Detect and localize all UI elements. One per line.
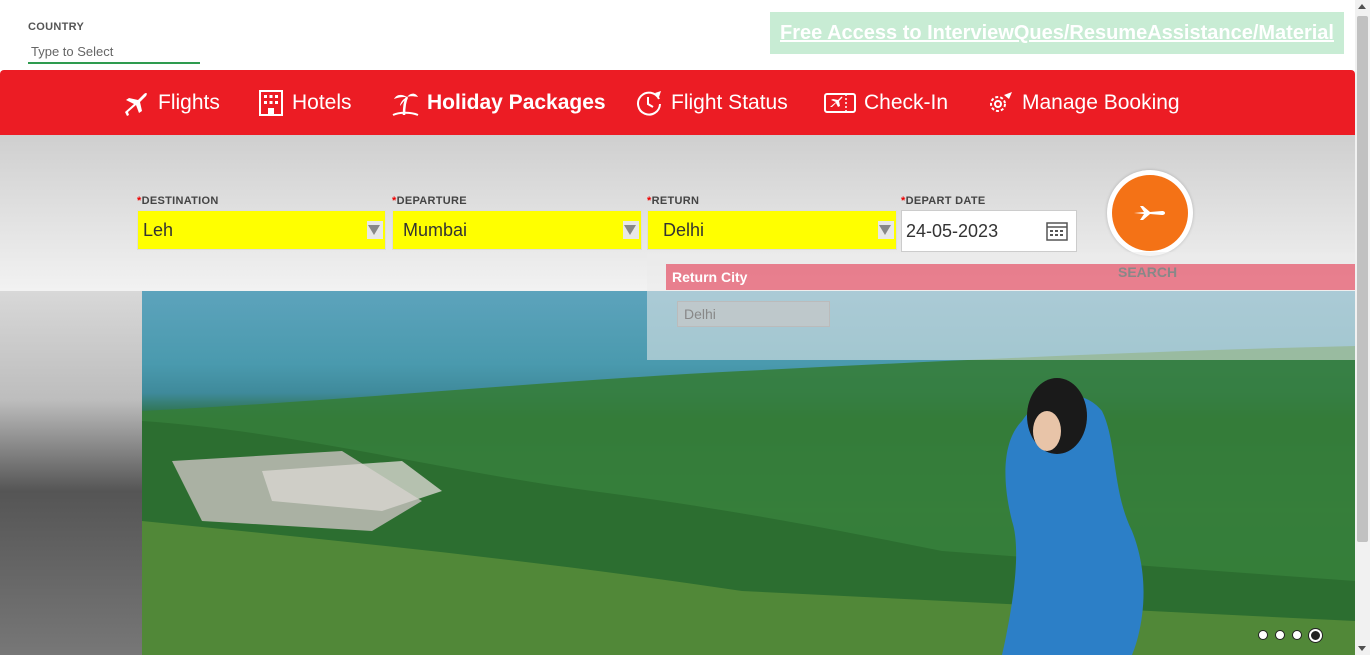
destination-value: Leh — [143, 219, 174, 240]
airplane-icon — [1134, 206, 1165, 220]
nav-label: Check-In — [864, 90, 949, 114]
vertical-scrollbar[interactable] — [1355, 0, 1370, 655]
search-button[interactable] — [1107, 170, 1193, 256]
gear-plane-icon — [990, 91, 1012, 112]
calendar-icon[interactable] — [1046, 221, 1068, 241]
departure-value: Mumbai — [403, 219, 468, 240]
scroll-thumb[interactable] — [1357, 16, 1368, 542]
dropdown-option-label: Delhi — [684, 306, 716, 322]
promo-banner: Free Access to InterviewQues/ResumeAssis… — [770, 12, 1344, 54]
depart-date-label: *DEPART DATE — [901, 195, 986, 207]
carousel-indicators — [1258, 628, 1322, 642]
depart-date-input[interactable]: 24-05-2023 — [901, 210, 1077, 252]
nav-holiday-packages[interactable]: Holiday Packages — [391, 70, 606, 135]
main-nav: Flights Hotels Holiday Packages Flight S… — [0, 70, 1355, 135]
previous-slide-image — [0, 291, 142, 655]
depart-date-value: 24-05-2023 — [906, 220, 999, 241]
nav-flights[interactable]: Flights — [122, 70, 220, 135]
nav-manage-booking[interactable]: Manage Booking — [986, 70, 1180, 135]
dropdown-title: Return City — [666, 264, 1355, 290]
hotel-building-icon — [259, 89, 283, 116]
nav-label: Hotels — [292, 90, 352, 114]
airplane-icon — [125, 92, 147, 116]
return-value: Delhi — [663, 219, 705, 240]
scroll-down-icon[interactable] — [1358, 646, 1366, 651]
chevron-down-icon — [368, 225, 380, 235]
scroll-up-icon[interactable] — [1358, 4, 1366, 9]
destination-label: *DESTINATION — [137, 195, 219, 207]
nav-label: Flight Status — [671, 90, 788, 114]
chevron-down-icon — [879, 225, 891, 235]
nav-check-in[interactable]: Check-In — [824, 70, 948, 135]
nav-label: Flights — [158, 90, 220, 114]
return-city-dropdown: Return City Delhi — [647, 252, 1355, 360]
boarding-pass-icon — [824, 92, 856, 113]
departure-label: *DEPARTURE — [392, 195, 467, 207]
departure-select[interactable]: Mumbai — [392, 210, 642, 250]
carousel-dot[interactable] — [1275, 630, 1285, 640]
carousel-dot[interactable] — [1292, 630, 1302, 640]
carousel-dot[interactable] — [1258, 630, 1268, 640]
dropdown-option[interactable]: Delhi — [677, 301, 830, 327]
return-label: *RETURN — [647, 195, 700, 207]
search-label: SEARCH — [1118, 264, 1178, 280]
clock-plane-icon — [637, 90, 661, 116]
nav-label: Manage Booking — [1022, 90, 1180, 114]
country-input[interactable] — [28, 40, 200, 64]
nav-hotels[interactable]: Hotels — [258, 70, 352, 135]
palm-tree-icon — [392, 93, 419, 116]
nav-flight-status[interactable]: Flight Status — [635, 70, 788, 135]
destination-select[interactable]: Leh — [137, 210, 386, 250]
chevron-down-icon — [624, 225, 636, 235]
top-bar: COUNTRY Free Access to InterviewQues/Res… — [0, 0, 1355, 70]
country-label: COUNTRY — [28, 21, 85, 33]
nav-label: Holiday Packages — [427, 90, 606, 114]
return-select[interactable]: Delhi — [647, 210, 897, 250]
promo-link[interactable]: Free Access to InterviewQues/ResumeAssis… — [780, 22, 1334, 45]
carousel-dot-active[interactable] — [1309, 628, 1322, 642]
